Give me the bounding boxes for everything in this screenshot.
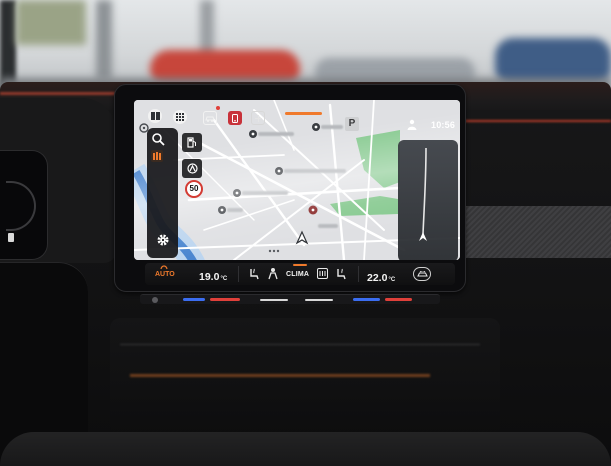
map-layers-icon[interactable]	[151, 150, 163, 162]
vent-sensor	[152, 297, 158, 303]
ambient-light-right	[462, 120, 611, 122]
recirculation-button[interactable]	[413, 267, 431, 281]
climate-auto-button[interactable]: AUTO	[155, 271, 175, 278]
car-icon	[205, 116, 215, 122]
climate-divider	[238, 266, 239, 282]
fuel-station-icon	[187, 137, 196, 148]
map-sidebar	[147, 128, 178, 258]
window-button[interactable]	[148, 109, 162, 123]
phone-button[interactable]	[228, 111, 242, 125]
steering-heat-icon[interactable]	[335, 268, 347, 280]
navigation-display[interactable]: P 10:56 50	[134, 100, 460, 260]
left-temperature-value: 19.0	[199, 271, 220, 283]
right-temperature-unit: °C	[388, 277, 396, 283]
notification-dot	[216, 106, 220, 110]
vent-led-blue-left	[183, 298, 205, 301]
fan-icon[interactable]	[267, 267, 279, 280]
climate-divider	[358, 266, 359, 282]
window-icon	[150, 112, 160, 120]
building-column	[96, 0, 112, 80]
console-lower-edge	[0, 432, 611, 466]
drag-handle-dots[interactable]	[268, 249, 280, 253]
tree-blur	[16, 0, 86, 45]
vent-slat-left[interactable]	[260, 299, 288, 301]
phone-icon	[232, 113, 238, 123]
lane-guidance	[419, 147, 427, 241]
recirculation-car-icon	[416, 270, 428, 276]
clima-active-indicator	[293, 264, 307, 266]
settings-gear-icon[interactable]	[157, 234, 169, 246]
guidance-arrow-icon	[419, 232, 427, 241]
ambient-light-left	[0, 92, 118, 95]
route-icon	[186, 163, 198, 174]
search-location-icon[interactable]	[151, 132, 165, 146]
seat-heating-icon[interactable]	[248, 268, 260, 280]
cluster-indicator	[8, 233, 14, 242]
parking-button[interactable]: P	[345, 117, 359, 131]
console-ambient-light	[130, 374, 430, 377]
speed-limit-sign: 50	[185, 180, 203, 198]
apps-grid-icon	[176, 113, 184, 121]
dash-trim-panel	[462, 206, 611, 258]
guidance-panel[interactable]	[398, 140, 458, 260]
auto-fan-icon	[160, 265, 168, 270]
user-profile-icon[interactable]	[407, 119, 417, 130]
console-highlight	[120, 344, 480, 345]
apps-button[interactable]	[173, 110, 187, 124]
route-button[interactable]	[182, 159, 202, 178]
climate-bar: AUTO 19.0°C CLIMA 22.0°C	[145, 263, 455, 285]
vent-led-red-left	[210, 298, 240, 301]
add-widget-button[interactable]	[251, 111, 265, 125]
active-tab-indicator	[285, 112, 322, 115]
cluster-gauge-arc	[6, 181, 36, 231]
left-temperature-unit: °C	[220, 276, 228, 282]
car-button[interactable]	[203, 111, 217, 125]
air-vent-strip	[140, 294, 440, 304]
fuel-station-button[interactable]	[182, 133, 202, 152]
right-temperature-value: 22.0	[367, 272, 388, 284]
vent-slat-right[interactable]	[305, 299, 333, 301]
right-temperature[interactable]: 22.0°C	[367, 268, 395, 286]
vent-led-blue-right	[353, 298, 380, 301]
instrument-cluster	[0, 150, 48, 260]
clima-button[interactable]: CLIMA	[286, 271, 309, 278]
rear-defrost-icon[interactable]	[317, 268, 328, 279]
center-console	[110, 318, 500, 436]
add-icon	[254, 114, 262, 122]
left-temperature[interactable]: 19.0°C	[199, 267, 227, 285]
vent-led-red-right	[385, 298, 412, 301]
clock: 10:56	[431, 120, 456, 130]
